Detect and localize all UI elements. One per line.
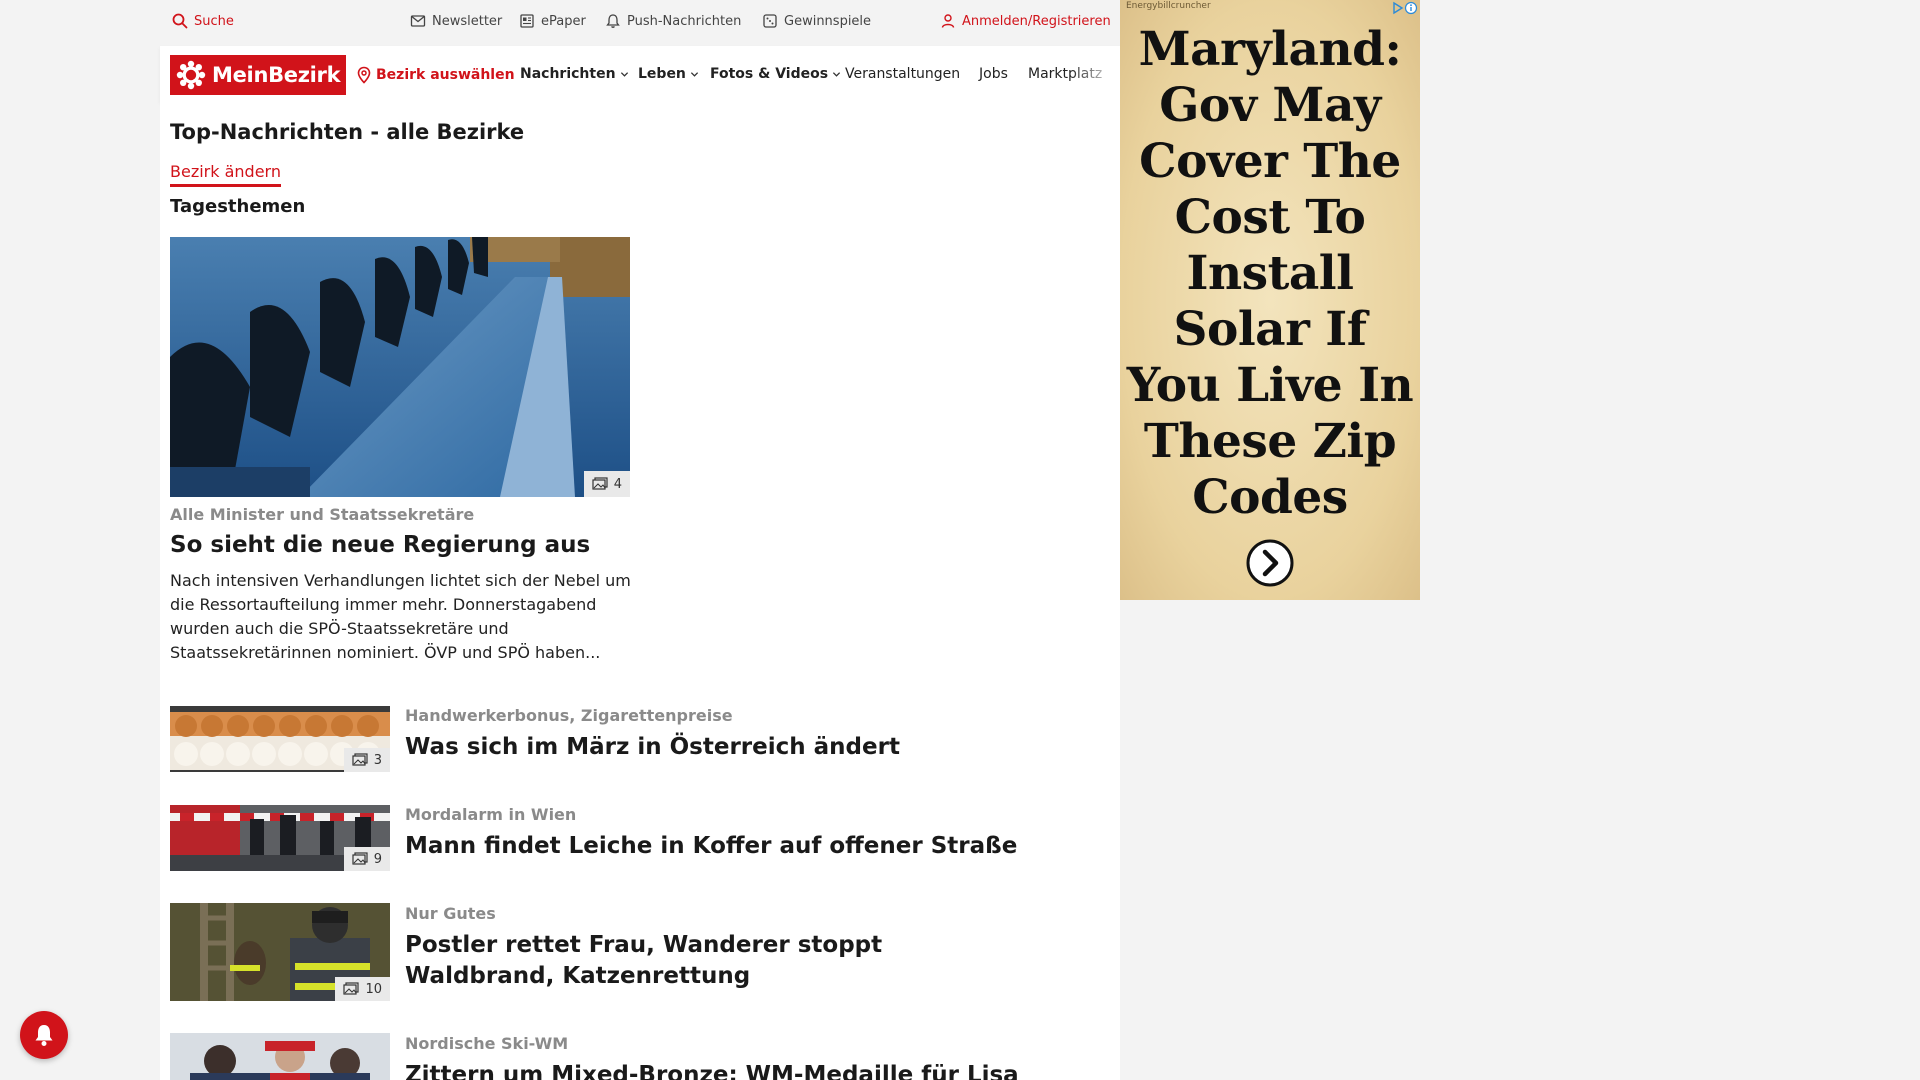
logo-mark-icon	[176, 60, 206, 90]
article-kicker: Nur Gutes	[405, 904, 496, 923]
article-thumbnail[interactable]: 10	[170, 903, 390, 1001]
image-count-badge: 9	[343, 847, 390, 871]
push-label: Push-Nachrichten	[627, 13, 742, 29]
image-count-badge: 3	[343, 748, 390, 772]
logo-text: MeinBezirk	[212, 63, 341, 87]
nav-item-leben[interactable]: Leben	[638, 66, 699, 82]
image-count: 3	[373, 752, 382, 768]
nav-scroll-fade	[1070, 56, 1120, 96]
chevron-down-icon	[832, 71, 841, 77]
article-kicker: Nordische Ski-WM	[405, 1034, 569, 1053]
newsletter-link[interactable]: Newsletter	[410, 13, 502, 29]
article-thumbnail[interactable]: 9	[170, 805, 390, 871]
nav-item-label: Veranstaltungen	[845, 66, 961, 82]
search-icon	[172, 13, 188, 29]
select-district-button[interactable]: Bezirk auswählen	[356, 66, 515, 84]
article-headline[interactable]: Mann findet Leiche in Koffer auf offener…	[405, 831, 1085, 862]
select-district-label: Bezirk auswählen	[376, 67, 515, 83]
nav-item-label: Jobs	[979, 66, 1008, 82]
adchoices-badge[interactable]	[1392, 1, 1418, 15]
hero-teaser: Nach intensiven Verhandlungen lichtet si…	[170, 571, 631, 662]
search-link[interactable]: Suche	[172, 13, 234, 29]
gallery-icon	[352, 753, 368, 766]
article-headline[interactable]: Was sich im März in Österreich ändert	[405, 732, 1085, 763]
page-title: Top-Nachrichten - alle Bezirke	[170, 120, 525, 144]
chevron-down-icon	[620, 71, 628, 77]
adchoices-icon	[1393, 1, 1418, 15]
chevron-right-circle-icon[interactable]	[1245, 538, 1295, 588]
login-label: Anmelden/Registrieren	[962, 13, 1111, 29]
bell-icon	[35, 1025, 53, 1046]
nav-item-jobs[interactable]: Jobs	[979, 66, 1008, 82]
gallery-icon	[592, 477, 608, 490]
nav-item-veranstaltungen[interactable]: Veranstaltungen	[845, 66, 960, 82]
article-thumbnail[interactable]	[170, 1033, 390, 1080]
nav-item-label: Fotos & Videos	[710, 66, 829, 82]
article-headline[interactable]: Zittern um Mixed-Bronze: WM-Medaille für…	[405, 1060, 1105, 1080]
ad-headline: Maryland: Gov May Cover The Cost To Inst…	[1126, 22, 1414, 525]
ski-athletes-photo	[170, 1033, 390, 1080]
notification-bell-button[interactable]	[20, 1011, 68, 1059]
image-count-badge: 4	[583, 471, 630, 497]
nav-item-fotos-videos[interactable]: Fotos & Videos	[710, 66, 841, 82]
gallery-icon	[343, 982, 360, 995]
article-headline[interactable]: Postler rettet Frau, Wanderer stoppt Wal…	[405, 930, 1025, 992]
image-count: 10	[365, 981, 382, 997]
newspaper-icon	[520, 14, 534, 28]
epaper-label: ePaper	[541, 13, 586, 29]
gewinnspiele-label: Gewinnspiele	[784, 13, 872, 29]
section-heading: Tagesthemen	[170, 196, 306, 217]
ad-source: Energybillcruncher	[1126, 1, 1211, 11]
search-label: Suche	[194, 13, 234, 29]
hero-article-image[interactable]: 4	[170, 237, 630, 497]
user-icon	[941, 14, 955, 28]
nav-item-label: Leben	[638, 66, 686, 82]
article-kicker: Handwerkerbonus, Zigarettenpreise	[405, 706, 733, 725]
hero-headline[interactable]: So sieht die neue Regierung aus	[170, 530, 640, 561]
epaper-link[interactable]: ePaper	[519, 13, 586, 29]
change-district-link[interactable]: Bezirk ändern	[170, 162, 281, 187]
article-kicker: Mordalarm in Wien	[405, 805, 577, 824]
image-count: 4	[613, 476, 622, 492]
location-pin-icon	[357, 66, 371, 84]
dice-icon	[763, 14, 777, 28]
advertisement-banner[interactable]: Energybillcruncher Maryland: Gov May Cov…	[1120, 0, 1420, 600]
chevron-down-icon	[690, 71, 699, 77]
newsletter-label: Newsletter	[432, 13, 503, 29]
main-navigation: MeinBezirk Bezirk auswählen Nachrichten …	[160, 46, 1120, 102]
bell-icon	[606, 14, 620, 28]
parliament-seats-photo	[170, 237, 630, 497]
push-notifications-link[interactable]: Push-Nachrichten	[605, 13, 741, 29]
image-count: 9	[373, 851, 382, 867]
mail-icon	[410, 15, 426, 27]
main-content: Top-Nachrichten - alle Bezirke Bezirk än…	[160, 102, 1120, 1080]
meinbezirk-logo[interactable]: MeinBezirk	[170, 55, 346, 95]
utility-bar: Suche Newsletter ePaper Push-Nachrichten…	[160, 0, 1120, 46]
image-count-badge: 10	[335, 977, 390, 1001]
article-thumbnail[interactable]: 3	[170, 706, 390, 772]
hero-kicker: Alle Minister und Staatssekretäre	[170, 505, 475, 524]
nav-item-nachrichten[interactable]: Nachrichten	[520, 66, 629, 82]
gewinnspiele-link[interactable]: Gewinnspiele	[762, 13, 871, 29]
gallery-icon	[352, 852, 368, 865]
login-link[interactable]: Anmelden/Registrieren	[940, 13, 1111, 29]
nav-item-label: Nachrichten	[520, 66, 616, 82]
